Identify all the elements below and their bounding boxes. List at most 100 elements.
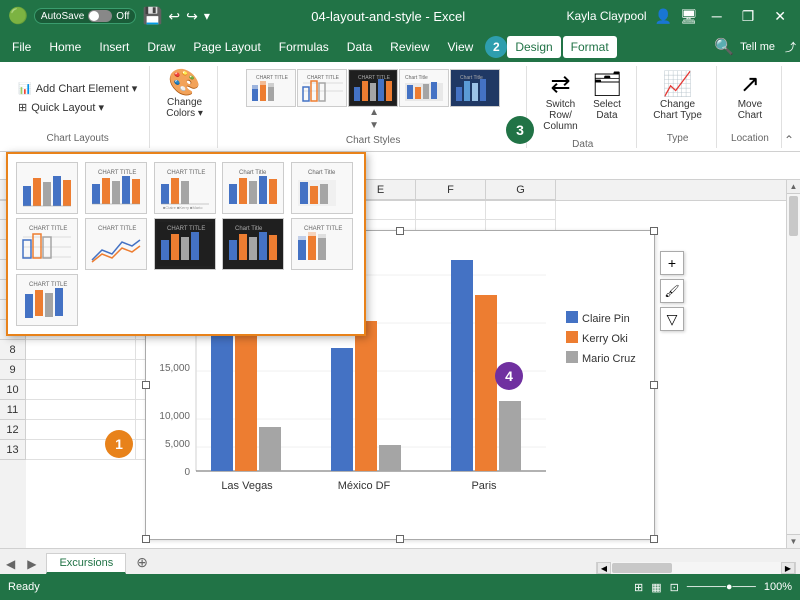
scroll-track[interactable] xyxy=(787,194,800,534)
restore-btn[interactable]: ❐ xyxy=(736,6,761,27)
nav-right-btn[interactable]: ▶ xyxy=(21,554,42,574)
row-num-13[interactable]: 13 xyxy=(0,440,26,460)
add-sheet-btn[interactable]: ⊕ xyxy=(128,551,156,574)
change-colors-btn[interactable]: 🎨 ChangeColors ▾ xyxy=(160,66,209,122)
save-icon[interactable]: 💾 xyxy=(142,6,162,26)
chart-elements-btn[interactable]: + xyxy=(660,251,684,275)
cell-g1[interactable] xyxy=(486,200,556,220)
cell-a11[interactable] xyxy=(26,400,136,420)
select-data-btn[interactable]: 🗂 SelectData xyxy=(586,70,628,135)
chart-style-6[interactable]: CHART TITLE xyxy=(246,69,296,107)
row-num-8[interactable]: 8 xyxy=(0,340,26,360)
nav-left-btn[interactable]: ◀ xyxy=(0,554,21,574)
layout-option-6[interactable]: CHART TITLE xyxy=(16,218,78,270)
menu-page-layout[interactable]: Page Layout xyxy=(185,36,268,58)
ribbon-collapse-btn[interactable]: ⌃ xyxy=(784,133,794,151)
col-header-g[interactable]: G xyxy=(486,180,556,200)
layout-option-7[interactable]: CHART TITLE xyxy=(85,218,147,270)
autosave-toggle-switch[interactable] xyxy=(88,10,112,22)
chart-styles-scroll-up[interactable]: ▲ xyxy=(369,107,379,118)
scroll-down-btn[interactable]: ▼ xyxy=(787,534,800,548)
ribbon-group-location: ↗ MoveChart Location xyxy=(719,66,782,148)
change-chart-type-btn[interactable]: 📈 ChangeChart Type xyxy=(647,70,708,124)
row-num-11[interactable]: 11 xyxy=(0,400,26,420)
scroll-thumb[interactable] xyxy=(789,196,798,236)
menu-format[interactable]: Format xyxy=(563,36,617,58)
menu-design[interactable]: Design xyxy=(507,36,560,58)
layout-option-8[interactable]: CHART TITLE xyxy=(154,218,216,270)
h-scroll-track[interactable] xyxy=(611,562,781,574)
resize-handle-tc[interactable] xyxy=(396,227,404,235)
chart-style-9[interactable]: Chart Title xyxy=(399,69,449,107)
autosave-toggle[interactable]: AutoSave Off xyxy=(34,8,137,24)
search-icon[interactable]: 🔍 xyxy=(714,37,734,57)
layout-option-4[interactable]: Chart Title xyxy=(222,162,284,214)
add-chart-element-btn[interactable]: 📊 Add Chart Element ▾ xyxy=(14,80,141,97)
sheet-tab-excursions[interactable]: Excursions xyxy=(46,553,126,574)
undo-btn[interactable]: ↩ xyxy=(168,8,180,25)
page-break-btn[interactable]: ⊡ xyxy=(670,581,679,594)
resize-handle-bl[interactable] xyxy=(142,535,150,543)
cell-a9[interactable] xyxy=(26,360,136,380)
quick-layout-label: Quick Layout ▾ xyxy=(31,101,104,114)
layout-option-11[interactable]: CHART TITLE xyxy=(16,274,78,326)
more-commands[interactable]: ▾ xyxy=(204,9,210,23)
layout-option-3[interactable]: CHART TITLE■Claire ■Kerry ■Mario xyxy=(154,162,216,214)
svg-text:Chart Title: Chart Title xyxy=(460,75,483,81)
row-num-9[interactable]: 9 xyxy=(0,360,26,380)
row-num-12[interactable]: 12 xyxy=(0,420,26,440)
menu-formulas[interactable]: Formulas xyxy=(271,36,337,58)
layout-option-9[interactable]: Chart Title xyxy=(222,218,284,270)
layout-option-5[interactable]: Chart Title xyxy=(291,162,353,214)
ribbon-display[interactable]: 🖥 xyxy=(680,8,698,25)
status-right: ⊞ ▦ ⊡ ─────●─── 100% xyxy=(634,581,792,594)
horizontal-scrollbar[interactable]: ◀ ▶ xyxy=(596,562,796,574)
resize-handle-ml[interactable] xyxy=(142,381,150,389)
chart-style-7[interactable]: CHART TITLE xyxy=(297,69,347,107)
minimize-btn[interactable]: ─ xyxy=(706,6,728,26)
chart-filters-btn[interactable]: ▽ xyxy=(660,307,684,331)
layout-option-2[interactable]: CHART TITLE xyxy=(85,162,147,214)
bar-mexico-claire xyxy=(331,348,353,471)
resize-handle-br[interactable] xyxy=(650,535,658,543)
zoom-slider[interactable]: ─────●─── xyxy=(687,581,756,593)
share-btn[interactable]: ⤴ xyxy=(785,39,796,55)
chart-styles-scroll-down[interactable]: ▼ xyxy=(369,120,379,131)
resize-handle-mr[interactable] xyxy=(650,381,658,389)
menu-insert[interactable]: Insert xyxy=(91,36,137,58)
chart-style-8[interactable]: CHART TITLE xyxy=(348,69,398,107)
switch-row-column-btn[interactable]: ⇄ SwitchRow/Column xyxy=(537,70,583,135)
location-group-label: Location xyxy=(731,129,769,144)
menu-file[interactable]: File xyxy=(4,36,39,58)
svg-text:CHART TITLE: CHART TITLE xyxy=(167,170,205,176)
resize-handle-bc[interactable] xyxy=(396,535,404,543)
move-chart-btn[interactable]: ↗ MoveChart xyxy=(727,70,773,124)
close-btn[interactable]: ✕ xyxy=(768,6,792,27)
cell-a10[interactable] xyxy=(26,380,136,400)
menu-home[interactable]: Home xyxy=(41,36,89,58)
menu-review[interactable]: Review xyxy=(382,36,437,58)
row-num-10[interactable]: 10 xyxy=(0,380,26,400)
redo-btn[interactable]: ↪ xyxy=(186,8,198,25)
cell-f1[interactable] xyxy=(416,200,486,220)
resize-handle-tr[interactable] xyxy=(650,227,658,235)
vertical-scrollbar[interactable]: ▲ ▼ xyxy=(786,180,800,548)
chart-styles-btn[interactable]: 🖌 xyxy=(660,279,684,303)
menu-view[interactable]: View xyxy=(440,36,482,58)
cell-a8[interactable] xyxy=(26,340,136,360)
scroll-up-btn[interactable]: ▲ xyxy=(787,180,800,194)
col-header-f[interactable]: F xyxy=(416,180,486,200)
page-layout-btn[interactable]: ▦ xyxy=(651,581,661,594)
share-icon[interactable]: 👤 xyxy=(655,8,672,25)
layout-option-1[interactable] xyxy=(16,162,78,214)
h-scroll-thumb[interactable] xyxy=(612,563,672,573)
layout-option-10[interactable]: CHART TITLE xyxy=(291,218,353,270)
chart-style-10[interactable]: Chart Title xyxy=(450,69,500,107)
quick-layout-btn[interactable]: ⊞ Quick Layout ▾ xyxy=(14,99,141,116)
normal-view-btn[interactable]: ⊞ xyxy=(634,581,643,594)
menu-draw[interactable]: Draw xyxy=(139,36,183,58)
scroll-left-btn[interactable]: ◀ xyxy=(597,562,611,574)
scroll-right-btn[interactable]: ▶ xyxy=(781,562,795,574)
menu-data[interactable]: Data xyxy=(339,36,380,58)
tell-me[interactable]: Tell me xyxy=(740,41,775,53)
